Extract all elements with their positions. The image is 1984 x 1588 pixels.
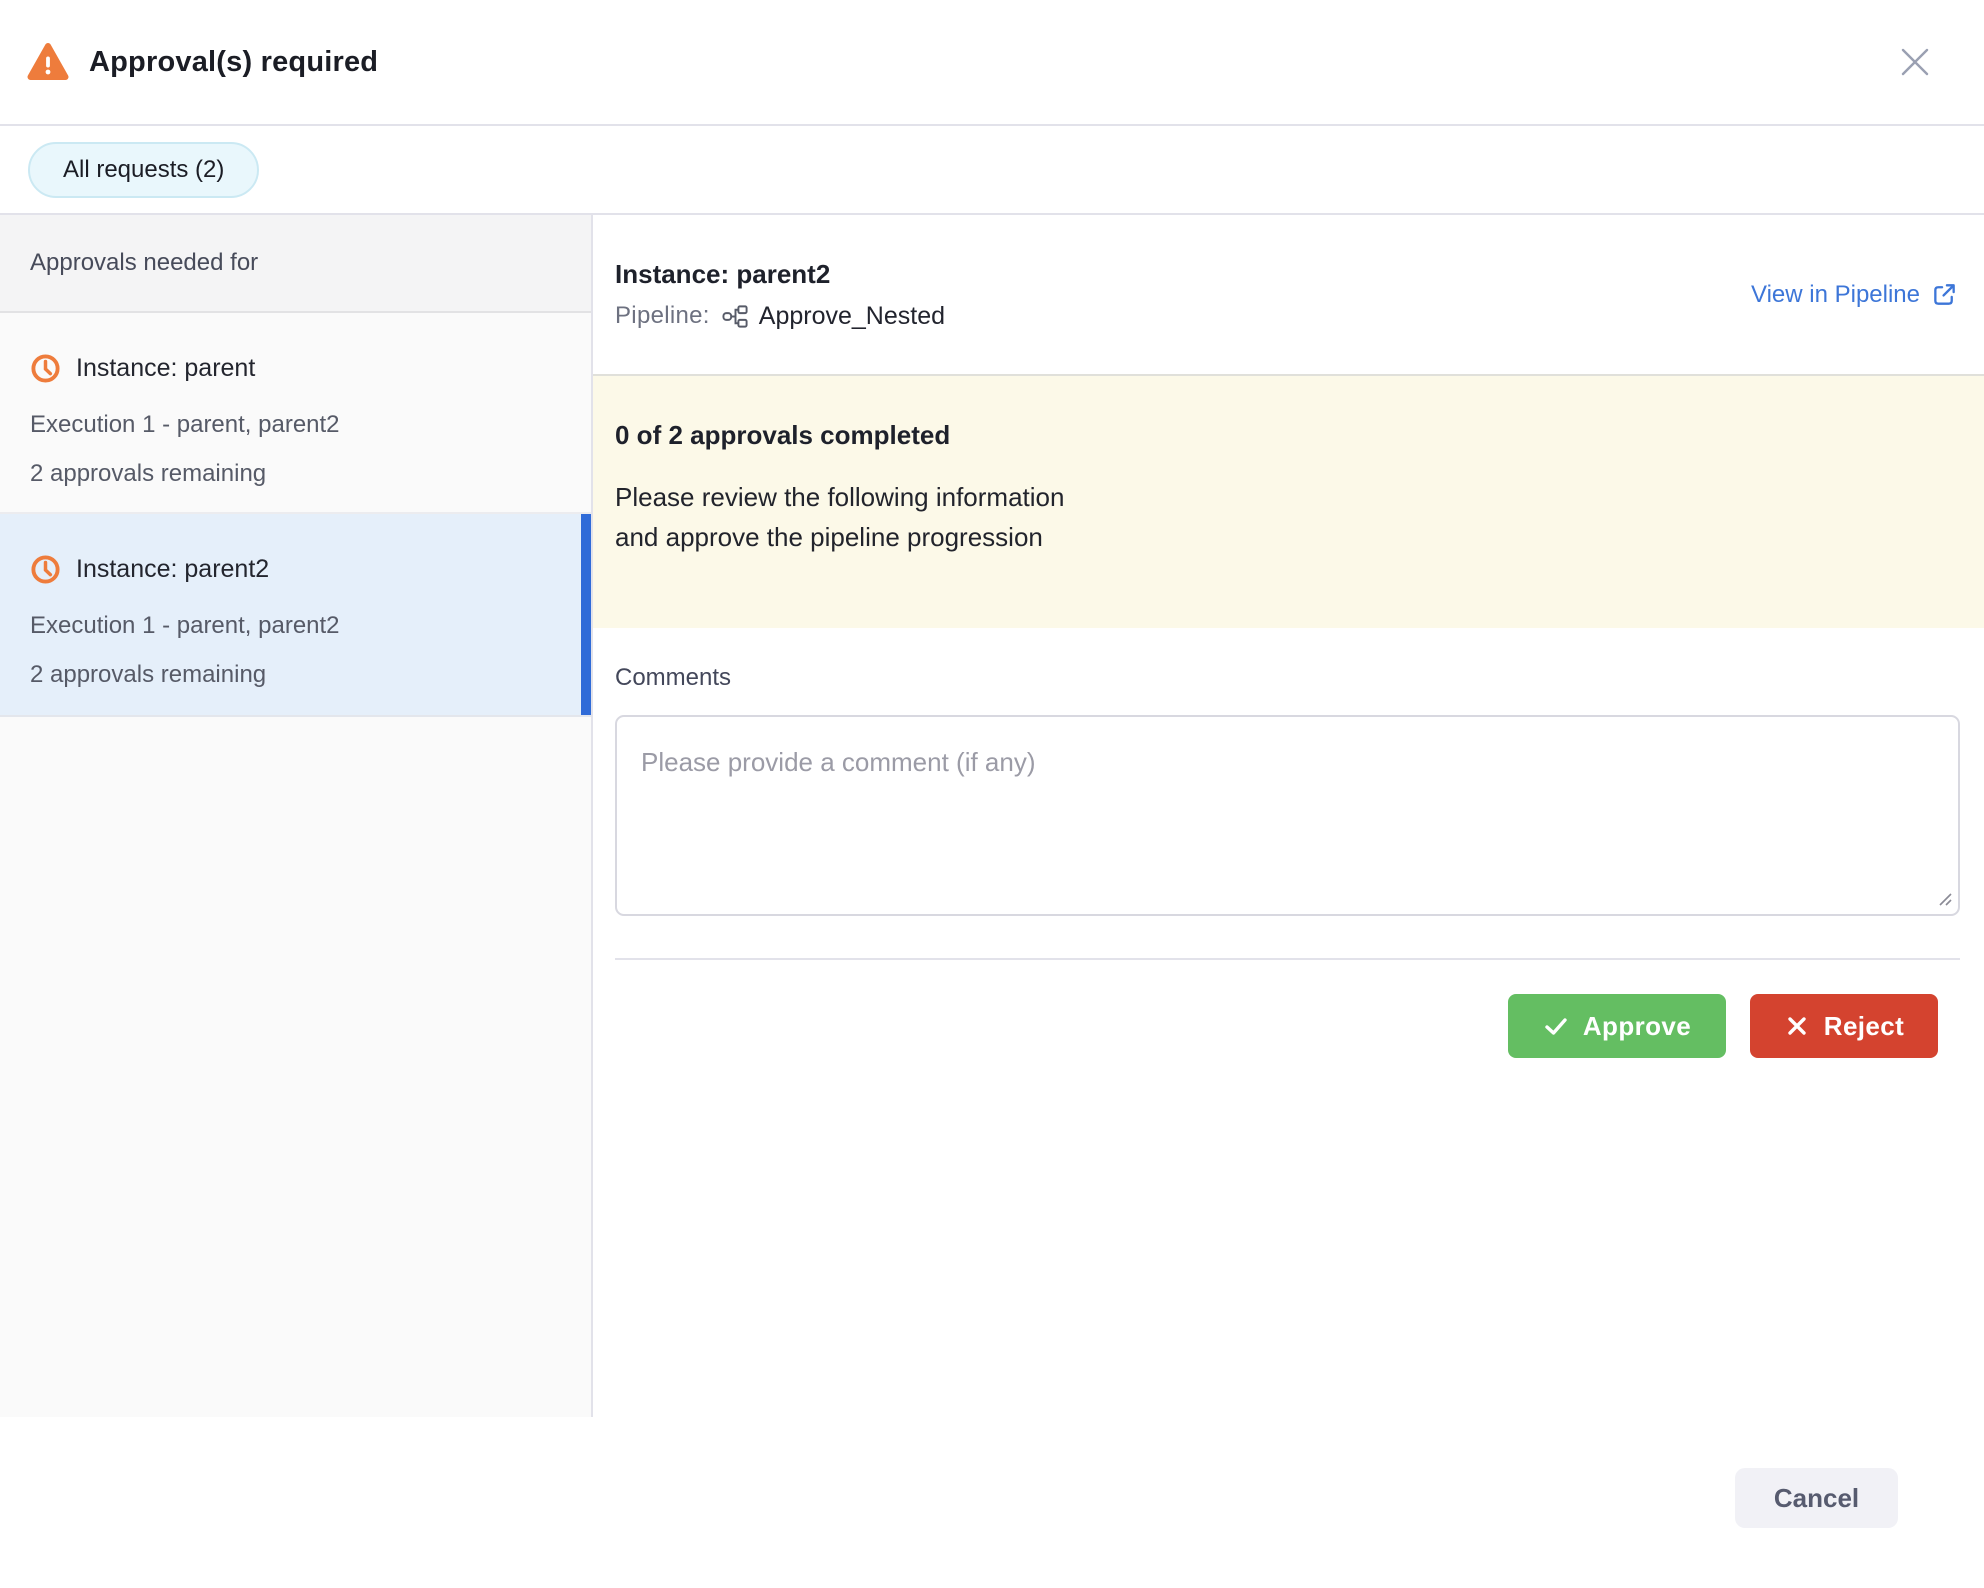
view-in-pipeline-label: View in Pipeline [1751, 281, 1920, 309]
approvals-sidebar: Approvals needed for Instance: parent Ex… [0, 215, 593, 1417]
clock-icon [30, 554, 61, 585]
close-icon [1898, 45, 1932, 79]
close-button[interactable] [1896, 43, 1934, 81]
cancel-button[interactable]: Cancel [1735, 1468, 1898, 1528]
approval-message-line2: and approve the pipeline progression [615, 517, 1960, 557]
check-icon [1543, 1013, 1569, 1039]
item-remaining: 2 approvals remaining [30, 460, 561, 488]
modal-title: Approval(s) required [89, 46, 378, 79]
pipeline-name: Approve_Nested [759, 302, 945, 331]
x-icon [1784, 1013, 1810, 1039]
comments-label: Comments [615, 664, 1960, 692]
pipeline-label: Pipeline: [615, 302, 710, 330]
clock-icon [30, 353, 61, 384]
item-execution: Execution 1 - parent, parent2 [30, 612, 561, 640]
external-link-icon [1931, 281, 1958, 308]
sidebar-item-parent2[interactable]: Instance: parent2 Execution 1 - parent, … [0, 514, 591, 717]
approval-modal: Approval(s) required All requests (2) Ap… [0, 0, 1984, 1588]
detail-header-left: Instance: parent2 Pipeline: Approve_Nest… [615, 259, 945, 331]
approve-button[interactable]: Approve [1508, 994, 1726, 1058]
item-title: Instance: parent2 [76, 555, 269, 584]
action-buttons: Approve Reject [615, 960, 1960, 1058]
item-title-row: Instance: parent [30, 353, 561, 384]
tab-row: All requests (2) [0, 126, 1984, 215]
reject-button[interactable]: Reject [1750, 994, 1938, 1058]
reject-label: Reject [1824, 1011, 1904, 1042]
sidebar-item-parent[interactable]: Instance: parent Execution 1 - parent, p… [0, 313, 591, 514]
item-remaining: 2 approvals remaining [30, 661, 561, 689]
comment-input[interactable] [615, 715, 1960, 916]
resize-handle-icon[interactable] [1936, 890, 1953, 907]
item-title: Instance: parent [76, 354, 255, 383]
item-title-row: Instance: parent2 [30, 554, 561, 585]
comment-field-wrap [615, 715, 1960, 916]
tab-all-requests[interactable]: All requests (2) [28, 142, 259, 198]
detail-header: Instance: parent2 Pipeline: Approve_Nest… [593, 215, 1984, 374]
item-execution: Execution 1 - parent, parent2 [30, 411, 561, 439]
approval-message-line1: Please review the following information [615, 477, 1960, 517]
modal-header: Approval(s) required [0, 0, 1984, 126]
comments-section: Comments [593, 628, 1984, 1058]
warning-icon [27, 42, 69, 82]
instance-title: Instance: parent2 [615, 259, 945, 290]
approvals-status: 0 of 2 approvals completed [615, 420, 1960, 451]
approval-detail-panel: Instance: parent2 Pipeline: Approve_Nest… [593, 215, 1984, 1417]
modal-footer: Cancel [0, 1417, 1984, 1588]
view-in-pipeline-link[interactable]: View in Pipeline [1751, 281, 1958, 309]
approve-label: Approve [1583, 1011, 1691, 1042]
selected-indicator-bar [581, 514, 591, 715]
pipeline-icon [722, 303, 749, 330]
sidebar-heading: Approvals needed for [0, 215, 591, 313]
modal-body: Approvals needed for Instance: parent Ex… [0, 215, 1984, 1417]
approval-message: Please review the following information … [615, 477, 1960, 557]
pipeline-row: Pipeline: Approve_Nested [615, 302, 945, 331]
approval-info-banner: 0 of 2 approvals completed Please review… [593, 374, 1984, 628]
